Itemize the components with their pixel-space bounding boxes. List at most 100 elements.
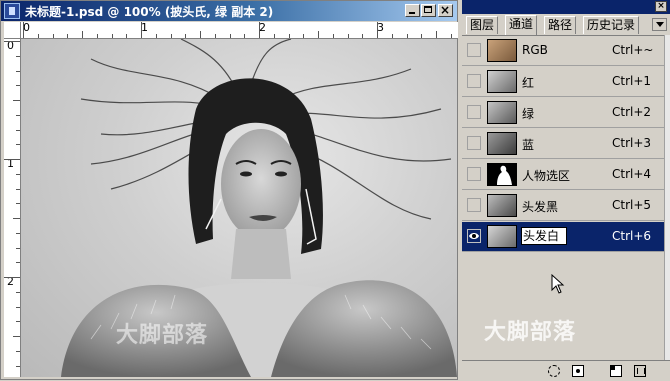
tab-history[interactable]: 历史记录 <box>583 16 640 34</box>
ruler-tick <box>4 159 20 160</box>
ruler-tick <box>67 34 68 38</box>
ruler-tick <box>4 277 20 278</box>
visibility-toggle[interactable] <box>467 43 481 57</box>
ruler-tick <box>53 34 54 38</box>
channel-name: 人物选区 <box>522 169 571 183</box>
ruler-origin[interactable] <box>4 22 21 39</box>
ruler-tick <box>141 22 142 38</box>
ruler-tick <box>16 233 20 234</box>
new-channel-icon[interactable] <box>610 365 622 377</box>
tab-layers[interactable]: 图层 <box>466 16 499 34</box>
ruler-tick <box>421 34 422 38</box>
channel-shortcut: Ctrl+4 <box>612 167 652 181</box>
minimize-button[interactable] <box>405 4 420 17</box>
palette-watermark: 大脚部落 <box>484 320 577 345</box>
palette-bottom-bar <box>462 360 670 381</box>
ruler-tick <box>38 34 39 38</box>
maximize-button[interactable] <box>421 4 436 17</box>
document-titlebar[interactable]: 未标题-1.psd @ 100% (披头氏, 绿 副本 2) × <box>1 1 457 21</box>
ruler-tick <box>451 34 452 38</box>
visibility-toggle[interactable] <box>467 198 481 212</box>
visibility-toggle[interactable] <box>467 74 481 88</box>
eye-icon[interactable] <box>467 229 481 243</box>
ruler-tick <box>16 307 20 308</box>
palette-menu-button[interactable] <box>652 18 667 31</box>
ruler-tick <box>16 203 20 204</box>
channel-row-rgb[interactable]: RGB Ctrl+~ <box>462 36 664 66</box>
channel-shortcut: Ctrl+2 <box>612 105 652 119</box>
channel-shortcut: Ctrl+5 <box>612 198 652 212</box>
ruler-tick <box>16 292 20 293</box>
ruler-tick <box>200 31 201 38</box>
ruler-tick <box>112 34 113 38</box>
channel-row-hair-white[interactable]: 头发白 Ctrl+6 <box>462 222 664 252</box>
channel-row-red[interactable]: 红 Ctrl+1 <box>462 67 664 97</box>
save-selection-icon[interactable] <box>572 365 584 377</box>
photoshop-document-icon[interactable] <box>4 3 20 19</box>
channel-row-blue[interactable]: 蓝 Ctrl+3 <box>462 129 664 159</box>
channel-row-hair-black[interactable]: 头发黑 Ctrl+5 <box>462 191 664 221</box>
palette-scrollbar[interactable] <box>664 35 670 360</box>
image-canvas[interactable]: 大脚部落 <box>21 39 457 377</box>
ruler-tick <box>16 71 20 72</box>
ruler-tick <box>171 34 172 38</box>
tab-paths[interactable]: 路径 <box>544 16 577 34</box>
palette-titlebar[interactable]: × <box>462 0 670 14</box>
ruler-tick <box>13 218 20 219</box>
ruler-tick <box>16 351 20 352</box>
ruler-h-label: 1 <box>141 22 148 34</box>
channels-palette: × 图层 通道 路径 历史记录 RGB Ctrl+~ 红 Ctrl+1 绿 Ct… <box>462 0 670 381</box>
ruler-tick <box>16 248 20 249</box>
ruler-tick <box>392 34 393 38</box>
ruler-tick <box>289 34 290 38</box>
ruler-tick <box>126 34 127 38</box>
ruler-tick <box>23 22 24 38</box>
close-icon[interactable]: × <box>655 1 667 12</box>
channel-shortcut: Ctrl+~ <box>612 43 654 57</box>
document-window: 未标题-1.psd @ 100% (披头氏, 绿 副本 2) × 0 1 2 3… <box>0 0 458 380</box>
ruler-tick <box>377 22 378 38</box>
tab-channels[interactable]: 通道 <box>505 15 538 35</box>
ruler-tick <box>362 34 363 38</box>
visibility-toggle[interactable] <box>467 105 481 119</box>
channel-thumbnail <box>487 163 517 186</box>
ruler-tick <box>13 100 20 101</box>
ruler-tick <box>82 31 83 38</box>
load-selection-icon[interactable] <box>548 365 560 377</box>
delete-channel-icon[interactable] <box>634 365 646 377</box>
channel-row-person-selection[interactable]: 人物选区 Ctrl+4 <box>462 160 664 190</box>
channel-shortcut: Ctrl+1 <box>612 74 652 88</box>
channel-row-green[interactable]: 绿 Ctrl+2 <box>462 98 664 128</box>
watermark-text: 大脚部落 <box>116 323 209 348</box>
ruler-tick <box>16 144 20 145</box>
ruler-h-label: 0 <box>23 22 30 34</box>
channel-thumbnail <box>487 70 517 93</box>
visibility-toggle[interactable] <box>467 167 481 181</box>
visibility-toggle[interactable] <box>467 136 481 150</box>
ruler-tick <box>407 34 408 38</box>
channel-name: 头发黑 <box>522 200 559 214</box>
ruler-tick <box>303 34 304 38</box>
ruler-tick <box>16 262 20 263</box>
document-title: 未标题-1.psd @ 100% (披头氏, 绿 副本 2) <box>25 5 274 19</box>
ruler-tick <box>156 34 157 38</box>
minimize-icon <box>409 12 415 14</box>
channel-name-input[interactable]: 头发白 <box>521 227 567 245</box>
channel-thumbnail <box>487 101 517 124</box>
ruler-tick <box>16 321 20 322</box>
chevron-down-icon <box>656 22 664 27</box>
channel-shortcut: Ctrl+3 <box>612 136 652 150</box>
vertical-ruler[interactable]: 0 1 2 <box>4 39 21 377</box>
ruler-tick <box>436 31 437 38</box>
channel-name: 绿 <box>522 107 535 121</box>
ruler-tick <box>348 34 349 38</box>
horizontal-ruler[interactable]: 0 1 2 3 <box>21 22 458 39</box>
ruler-tick <box>333 34 334 38</box>
ruler-h-label: 3 <box>377 22 384 34</box>
channel-thumbnail <box>487 39 517 62</box>
ruler-tick <box>13 336 20 337</box>
maximize-icon <box>424 6 432 13</box>
ruler-tick <box>16 56 20 57</box>
close-button[interactable]: × <box>438 3 453 17</box>
ruler-tick <box>16 174 20 175</box>
